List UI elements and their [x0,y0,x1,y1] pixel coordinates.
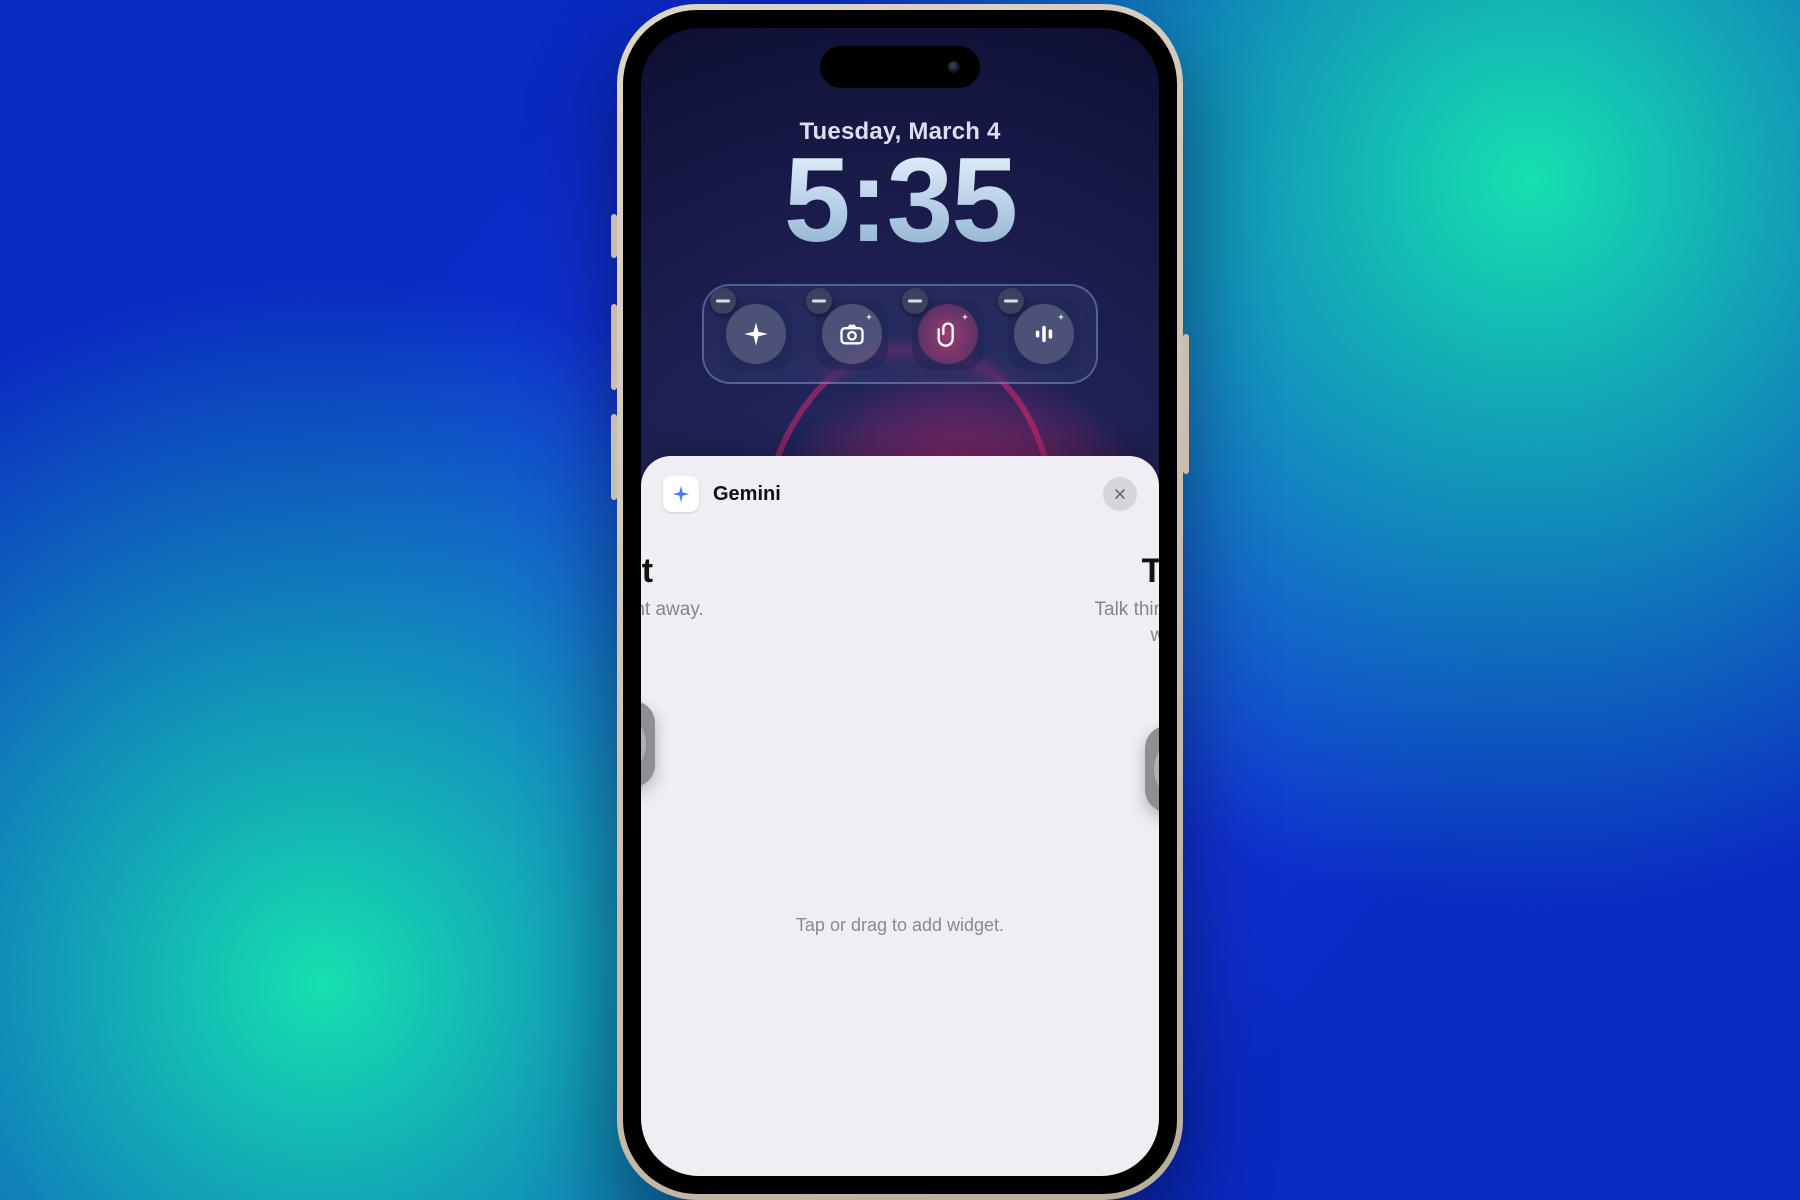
sparkle-badge-icon [1057,313,1065,321]
sparkle-badge-icon [865,313,873,321]
phone-button-silent [611,214,617,258]
paperclip-icon [934,320,962,348]
phone-button-volume-down [611,414,617,500]
widget-card-title: ompt [641,552,807,591]
remove-widget-button[interactable] [806,288,832,314]
voice-bars-icon [1030,320,1058,348]
widget-cards-carousel[interactable]: ompt e anything right away. Talk L [641,552,1159,872]
lockscreen-widget-row[interactable] [702,284,1098,384]
lockscreen-widget-attach[interactable] [912,298,984,370]
phone-button-power [1183,334,1189,474]
widget-card-subtitle: e anything right away. [641,597,807,623]
widget-card-subtitle: Talk things through, or with Gen [993,597,1159,648]
sparkle-icon [742,320,770,348]
phone-button-volume-up [611,304,617,390]
camera-icon [838,320,866,348]
iphone-bezel: Tuesday, March 4 5:35 [623,10,1177,1194]
lockscreen-widget-camera[interactable] [816,298,888,370]
close-button[interactable] [1103,477,1137,511]
sparkle-badge-icon [961,313,969,321]
widget-card-talk-live[interactable]: Talk L Talk things through, or with Gen [993,552,1159,812]
widget-card-title: Talk L [993,552,1159,591]
sheet-hint-text: Tap or drag to add widget. [641,915,1159,936]
remove-widget-button[interactable] [998,288,1024,314]
widget-preview-tile[interactable] [641,701,655,787]
sheet-header: Gemini [641,456,1159,522]
remove-widget-button[interactable] [902,288,928,314]
widget-card-prompt[interactable]: ompt e anything right away. [641,552,807,787]
widget-gallery-sheet: Gemini ompt e anything right away. [641,456,1159,1176]
sheet-app-name: Gemini [713,483,781,506]
lockscreen-widget-sparkle[interactable] [720,298,792,370]
remove-widget-button[interactable] [710,288,736,314]
widget-preview-tile[interactable] [1145,726,1159,812]
lockscreen-widget-voice[interactable] [1008,298,1080,370]
iphone-screen: Tuesday, March 4 5:35 [641,28,1159,1176]
lockscreen-time: 5:35 [641,140,1159,260]
close-icon [1112,486,1128,502]
dynamic-island [820,46,980,88]
gemini-app-icon [663,476,699,512]
iphone-frame: Tuesday, March 4 5:35 [617,4,1183,1200]
